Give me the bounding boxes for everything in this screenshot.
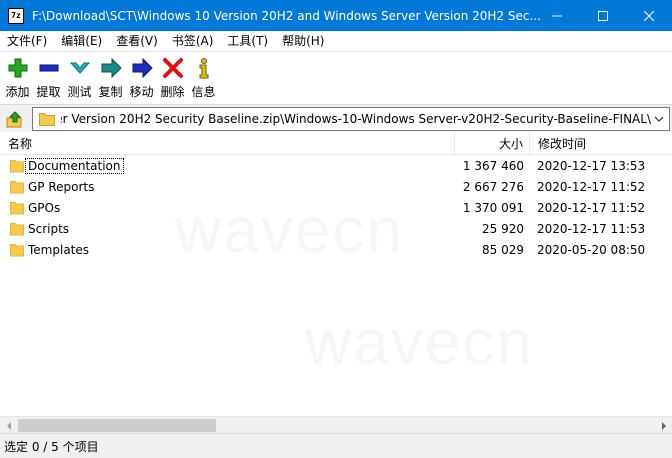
info-label: 信息	[191, 85, 216, 99]
file-modified: 2020-12-17 13:53	[537, 158, 646, 173]
minimize-button[interactable]	[534, 0, 580, 31]
column-header-modified[interactable]: 修改时间	[530, 133, 672, 155]
copy-label: 复制	[98, 85, 123, 99]
menu-bookmarks[interactable]: 书签(A)	[165, 31, 221, 51]
extract-button[interactable]: 提取	[33, 52, 64, 102]
file-name: GPOs	[28, 200, 61, 215]
horizontal-scrollbar[interactable]	[0, 416, 672, 433]
file-size: 1 367 460	[462, 158, 524, 173]
test-label: 测试	[67, 85, 92, 99]
up-folder-icon	[6, 110, 22, 127]
maximize-button[interactable]	[580, 0, 626, 31]
file-size: 25 920	[482, 221, 524, 236]
title-bar[interactable]: 7z F:\Download\SCT\Windows 10 Version 20…	[0, 0, 672, 31]
table-row[interactable]: Templates 85 029 2020-05-20 08:50	[0, 239, 672, 260]
scroll-right-button[interactable]	[655, 417, 672, 434]
folder-icon	[39, 113, 55, 126]
close-button[interactable]	[626, 0, 672, 31]
table-row[interactable]: GPOs 1 370 091 2020-12-17 11:52	[0, 197, 672, 218]
add-button[interactable]: 添加	[2, 52, 33, 102]
add-label: 添加	[5, 85, 30, 99]
menu-help[interactable]: 帮助(H)	[275, 31, 331, 51]
table-row[interactable]: Documentation 1 367 460 2020-12-17 13:53	[0, 155, 672, 176]
chevron-down-icon[interactable]	[652, 112, 666, 126]
menu-file[interactable]: 文件(F)	[0, 31, 54, 51]
file-name: Templates	[28, 242, 90, 257]
chevron-right-icon	[661, 421, 666, 430]
toolbar: 添加 提取 测试 复制 移动 删除 信息	[0, 51, 672, 101]
address-bar: F:\Download\SCT\Windows 10 Version 20H2 …	[0, 104, 672, 132]
file-list[interactable]: wavecn wavecn 名称 大小 修改时间 Documentation 1…	[0, 133, 672, 416]
file-modified: 2020-05-20 08:50	[537, 242, 646, 257]
scroll-left-button[interactable]	[0, 417, 17, 434]
chevron-left-icon	[6, 421, 11, 430]
up-folder-button[interactable]	[4, 108, 26, 130]
move-icon	[132, 57, 153, 79]
file-name: Documentation	[25, 157, 124, 174]
maximize-icon	[598, 10, 608, 21]
table-row[interactable]: Scripts 25 920 2020-12-17 11:53	[0, 218, 672, 239]
folder-icon	[10, 243, 24, 256]
file-name: Scripts	[28, 221, 70, 236]
copy-button[interactable]: 复制	[95, 52, 126, 102]
minimize-icon	[552, 15, 562, 16]
info-icon	[199, 58, 208, 79]
menu-tools[interactable]: 工具(T)	[220, 31, 275, 51]
status-bar: 选定 0 / 5 个项目	[0, 433, 672, 458]
column-header-name[interactable]: 名称	[0, 133, 455, 155]
file-size: 1 370 091	[462, 200, 524, 215]
folder-icon	[10, 222, 24, 235]
status-text: 选定 0 / 5 个项目	[4, 439, 99, 454]
delete-icon	[162, 58, 183, 78]
file-modified: 2020-12-17 11:52	[537, 179, 646, 194]
scroll-thumb[interactable]	[18, 419, 216, 432]
menu-view[interactable]: 查看(V)	[109, 31, 165, 51]
file-size: 85 029	[482, 242, 524, 257]
move-button[interactable]: 移动	[126, 52, 157, 102]
file-size: 2 667 276	[462, 179, 524, 194]
window-title: F:\Download\SCT\Windows 10 Version 20H2 …	[32, 8, 541, 23]
column-header-size[interactable]: 大小	[455, 133, 530, 155]
file-modified: 2020-12-17 11:53	[537, 221, 646, 236]
info-button[interactable]: 信息	[188, 52, 219, 102]
test-icon	[69, 62, 90, 74]
menu-edit[interactable]: 编辑(E)	[54, 31, 109, 51]
folder-icon	[10, 159, 24, 172]
move-label: 移动	[129, 85, 154, 99]
address-input[interactable]: F:\Download\SCT\Windows 10 Version 20H2 …	[32, 107, 670, 131]
column-headers: 名称 大小 修改时间	[0, 133, 672, 155]
table-row[interactable]: GP Reports 2 667 276 2020-12-17 11:52	[0, 176, 672, 197]
add-icon	[8, 58, 27, 78]
7zip-app-icon[interactable]: 7z	[8, 7, 24, 24]
test-button[interactable]: 测试	[64, 52, 95, 102]
close-icon	[644, 10, 654, 21]
extract-icon	[39, 64, 58, 72]
delete-button[interactable]: 删除	[157, 52, 188, 102]
folder-icon	[10, 180, 24, 193]
folder-icon	[10, 201, 24, 214]
menu-bar: 文件(F) 编辑(E) 查看(V) 书签(A) 工具(T) 帮助(H)	[0, 31, 672, 51]
address-path: F:\Download\SCT\Windows 10 Version 20H2 …	[61, 112, 651, 126]
extract-label: 提取	[36, 85, 61, 99]
delete-label: 删除	[160, 85, 185, 99]
file-modified: 2020-12-17 11:52	[537, 200, 646, 215]
copy-icon	[101, 57, 122, 79]
file-name: GP Reports	[28, 179, 95, 194]
watermark-text-2: wavecn	[305, 305, 534, 379]
